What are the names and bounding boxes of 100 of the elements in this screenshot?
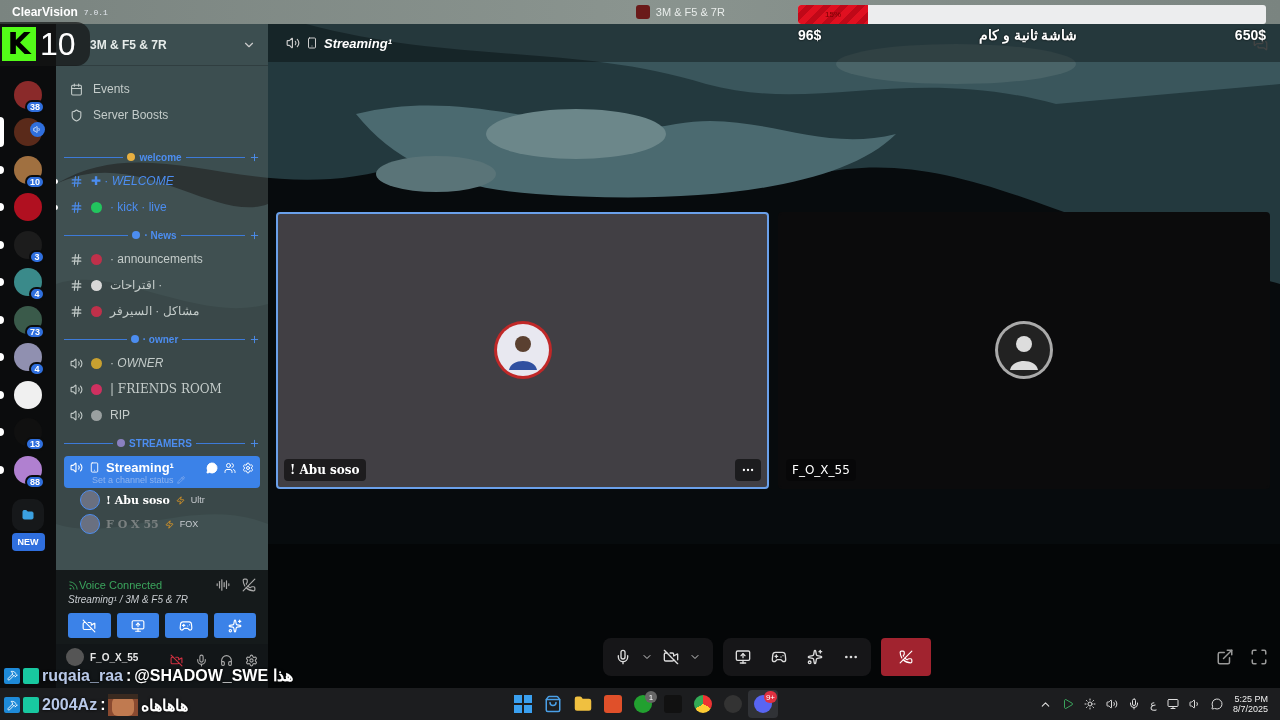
phone-icon xyxy=(89,462,100,473)
hash-icon xyxy=(70,174,83,188)
member-tag: FOX xyxy=(179,519,199,529)
kick-logo: K xyxy=(2,27,36,61)
camera-off-icon xyxy=(82,618,97,633)
chat-message: @SHADOW_SWE هذا xyxy=(134,666,293,685)
clock[interactable]: 5:25 PM 8/7/2025 xyxy=(1232,694,1268,714)
server-icon[interactable] xyxy=(14,380,42,409)
server-icon[interactable] xyxy=(14,305,42,334)
sidebar-link[interactable]: Server Boosts xyxy=(64,102,260,128)
popout-icon[interactable] xyxy=(1216,648,1234,666)
voice-channel[interactable]: RIP xyxy=(64,402,260,428)
channel-name: Streaming¹ xyxy=(106,460,175,475)
raised-amount: 96$ xyxy=(798,27,822,43)
screen-share-button[interactable] xyxy=(116,613,159,638)
unread-indicator xyxy=(0,117,4,148)
gamepad-icon xyxy=(179,618,194,633)
server-name: 3M & F5 & 7R xyxy=(90,37,167,52)
text-channel[interactable]: مشاكل · السيرفر xyxy=(64,298,260,324)
hash-icon xyxy=(70,200,83,214)
volume-icon[interactable] xyxy=(1105,698,1118,710)
speaker-icon xyxy=(70,461,83,474)
goal-amount: 650$ xyxy=(1234,27,1266,43)
server-icon[interactable] xyxy=(14,343,42,372)
unread-indicator xyxy=(0,465,4,474)
mention-badge: 4 xyxy=(29,287,45,301)
version-label: 7.0.1 xyxy=(83,7,108,17)
server-icon[interactable] xyxy=(14,455,42,484)
member-name[interactable]: ! Abu soso xyxy=(106,493,170,507)
chat-separator: : xyxy=(100,696,106,714)
hash-icon xyxy=(70,278,83,292)
text-channel[interactable]: اقتراحات · xyxy=(64,272,260,298)
disconnect-icon[interactable] xyxy=(242,578,256,592)
signal-icon xyxy=(68,579,79,591)
speaker-icon xyxy=(286,36,300,50)
server-icon[interactable] xyxy=(14,230,42,259)
video-tile[interactable]: F_O_X_55 xyxy=(778,211,1270,489)
server-icon[interactable] xyxy=(14,155,42,184)
unread-indicator xyxy=(0,165,4,174)
windows-icon xyxy=(514,695,532,713)
plus-icon xyxy=(249,333,260,345)
voice-channel[interactable]: | FRIENDS ROOM xyxy=(64,376,260,402)
taskbar-app[interactable]: 9+ xyxy=(748,690,778,718)
new-button[interactable]: NEW xyxy=(11,532,45,551)
network-icon[interactable] xyxy=(1166,698,1179,710)
mic-icon[interactable] xyxy=(615,649,631,665)
gamepad-icon[interactable] xyxy=(771,649,787,665)
end-call-button[interactable] xyxy=(881,638,931,676)
lightning-icon xyxy=(175,495,185,505)
obs-icon xyxy=(724,695,742,713)
headphones-icon[interactable] xyxy=(220,654,233,667)
unread-indicator xyxy=(0,428,4,437)
voice-channel-link[interactable]: Streaming¹ / 3M & F5 & 7R xyxy=(68,594,256,605)
category-header[interactable]: · owner xyxy=(142,333,179,345)
speaker-icon[interactable] xyxy=(1188,698,1201,710)
user-avatar xyxy=(994,320,1054,380)
lion-icon xyxy=(604,695,622,713)
folder-icon xyxy=(574,695,592,713)
sidebar-link[interactable]: Events xyxy=(64,76,260,102)
server-icon[interactable] xyxy=(14,80,42,109)
category-header[interactable]: STREAMERS xyxy=(129,437,192,449)
camera-off-button[interactable] xyxy=(68,613,111,638)
calendar-icon xyxy=(70,82,83,96)
play-icon[interactable] xyxy=(1061,698,1074,710)
screen-share-icon[interactable] xyxy=(735,649,751,665)
noise-icon[interactable] xyxy=(216,578,230,592)
fullscreen-icon[interactable] xyxy=(1250,648,1268,666)
brightness-icon[interactable] xyxy=(1083,698,1096,710)
activity-button[interactable] xyxy=(165,613,208,638)
folder-icon[interactable] xyxy=(12,498,44,531)
mic-icon[interactable] xyxy=(195,654,208,667)
mic-icon[interactable] xyxy=(1127,698,1140,710)
speaker-icon xyxy=(70,356,83,370)
viewer-count: 10 xyxy=(40,25,76,63)
user-avatar xyxy=(492,320,553,380)
unread-indicator xyxy=(0,353,4,362)
chat-icon xyxy=(206,461,218,474)
soundboard-button[interactable] xyxy=(213,613,256,638)
goal-title: شاشة ثانية و كام xyxy=(978,27,1078,43)
speaker-icon xyxy=(70,408,83,422)
chat-icon[interactable] xyxy=(1210,698,1223,710)
chat-username: ruqaia_raa xyxy=(42,666,123,685)
server-icon[interactable] xyxy=(14,268,42,297)
voice-channel[interactable]: Streaming¹ Set a channel status xyxy=(64,456,260,488)
voice-channel[interactable]: · OWNER xyxy=(64,350,260,376)
text-channel[interactable]: · announcements xyxy=(64,246,260,272)
hash-icon xyxy=(70,252,83,266)
video-tile[interactable]: ! Abu soso xyxy=(276,211,769,489)
taskbar-app[interactable]: 1 xyxy=(628,690,658,718)
chat-message: هاهاهاه xyxy=(141,695,189,715)
invite-icon xyxy=(224,461,236,474)
lightning-icon xyxy=(164,519,174,529)
unread-indicator xyxy=(0,240,4,249)
store-icon xyxy=(544,695,562,713)
pencil-icon xyxy=(176,476,185,484)
server-icon xyxy=(635,5,650,19)
sparkles-icon[interactable] xyxy=(807,649,823,665)
settings-icon[interactable] xyxy=(245,654,258,667)
window-title: 3M & F5 & 7R xyxy=(655,6,725,18)
language-indicator[interactable]: ع xyxy=(1149,697,1157,711)
